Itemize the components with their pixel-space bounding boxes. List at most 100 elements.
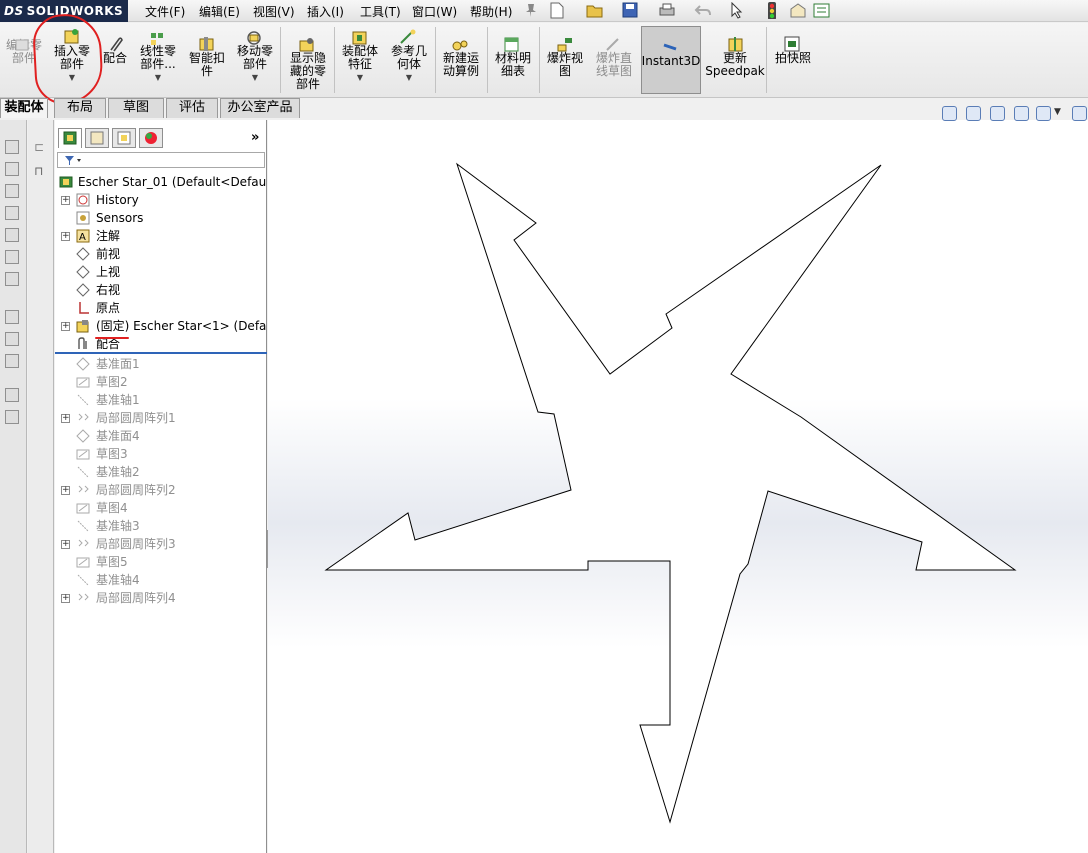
tree-item[interactable]: 配合 [55, 335, 267, 353]
display-style-icon[interactable] [1072, 106, 1087, 121]
copy-icon[interactable] [5, 410, 19, 424]
tree-item[interactable]: 草图4 [55, 499, 267, 517]
panel-expand-arrow[interactable]: » [251, 130, 259, 145]
reference-geometry-button[interactable]: 参考几 何体 ▼ [386, 45, 432, 83]
undo-icon[interactable] [694, 2, 712, 19]
section-view-icon[interactable] [1014, 106, 1029, 121]
expand-plus-icon[interactable]: + [61, 196, 70, 205]
menu-edit[interactable]: 编辑(E) [199, 3, 240, 20]
bill-of-materials-button[interactable]: 材料明 细表 [490, 52, 536, 78]
assembly-features-button[interactable]: 装配体 特征 ▼ [338, 45, 382, 83]
mate-button[interactable]: 配合 [99, 52, 131, 65]
smart-fasteners-button[interactable]: 智能扣 件 [184, 52, 230, 78]
menu-help[interactable]: 帮助(H) [470, 3, 512, 20]
menu-tools[interactable]: 工具(T) [360, 3, 401, 20]
cube-icon[interactable] [5, 272, 19, 286]
expand-plus-icon[interactable]: + [61, 414, 70, 423]
tree-item[interactable]: 基准轴3 [55, 517, 267, 535]
copy-icon[interactable] [5, 388, 19, 402]
rollback-bar[interactable] [55, 352, 267, 354]
tree-item[interactable]: 基准面1 [55, 355, 267, 373]
escher-star-model[interactable] [268, 120, 1088, 853]
tree-item[interactable]: Sensors [55, 209, 267, 227]
tree-filter-input[interactable] [57, 152, 265, 168]
tree-item[interactable]: + 局部圆周阵列1 [55, 409, 267, 427]
tree-item[interactable]: 上视 [55, 263, 267, 281]
zoom-to-area-icon[interactable] [966, 106, 981, 121]
sketch-tool-icon[interactable] [5, 354, 19, 368]
exploded-view-button[interactable]: 爆炸视 图 [542, 52, 588, 78]
graphics-area[interactable] [268, 120, 1088, 853]
options-icon[interactable] [813, 2, 831, 19]
move-component-button[interactable]: 移动零 部件 ▼ [233, 45, 277, 83]
view-orientation-dropdown-icon[interactable]: ▼ [1054, 107, 1061, 117]
update-speedpak-button[interactable]: 更新 Speedpak [705, 52, 765, 78]
sketch-step-icon[interactable]: ⊏ [34, 140, 48, 154]
explode-line-sketch-button[interactable]: 爆炸直 线草图 [590, 52, 638, 78]
menu-view[interactable]: 视图(V) [253, 3, 295, 20]
cube-icon[interactable] [5, 184, 19, 198]
previous-view-icon[interactable] [990, 106, 1005, 121]
open-folder-icon[interactable] [586, 2, 604, 19]
tree-item[interactable]: 草图3 [55, 445, 267, 463]
tab-office-products[interactable]: 办公室产品 [220, 98, 300, 118]
tree-item[interactable]: + 局部圆周阵列2 [55, 481, 267, 499]
sketch-step-icon[interactable]: ⊓ [34, 164, 48, 178]
zoom-to-fit-icon[interactable] [942, 106, 957, 121]
linear-component-pattern-button[interactable]: 线性零 部件... ▼ [135, 45, 181, 83]
expand-plus-icon[interactable]: + [61, 322, 70, 331]
tree-item[interactable]: + A 注解 [55, 227, 267, 245]
tree-item[interactable]: 基准轴4 [55, 571, 267, 589]
tree-item[interactable]: 基准面4 [55, 427, 267, 445]
select-arrow-icon[interactable] [730, 2, 744, 19]
tree-item[interactable]: 基准轴1 [55, 391, 267, 409]
configuration-manager-tab[interactable] [112, 128, 136, 148]
menu-file[interactable]: 文件(F) [145, 3, 185, 20]
snapshot-button[interactable]: 拍快照 [770, 52, 816, 65]
tab-evaluate[interactable]: 评估 [166, 98, 218, 118]
tree-item[interactable]: 原点 [55, 299, 267, 317]
file-properties-icon[interactable] [789, 2, 807, 19]
menu-insert[interactable]: 插入(I) [307, 3, 344, 20]
tab-assembly[interactable]: 装配体 [0, 98, 48, 118]
filter-icon[interactable] [64, 155, 84, 167]
tree-item[interactable]: 草图2 [55, 373, 267, 391]
speedpak-icon [728, 37, 743, 52]
cube-icon[interactable] [5, 162, 19, 176]
tree-item[interactable]: 前视 [55, 245, 267, 263]
tree-item[interactable]: 基准轴2 [55, 463, 267, 481]
expand-plus-icon[interactable]: + [61, 486, 70, 495]
new-document-icon[interactable] [549, 2, 565, 19]
sketch-tool-icon[interactable] [5, 332, 19, 346]
pin-icon[interactable] [524, 2, 538, 19]
tree-item[interactable]: 右视 [55, 281, 267, 299]
tree-item[interactable]: + (固定) Escher Star<1> (Defau [55, 317, 267, 335]
save-icon[interactable] [622, 2, 638, 19]
explode-line-sketch-icon [606, 38, 619, 51]
tree-root-assembly[interactable]: Escher Star_01 (Default<Default [55, 173, 267, 191]
cube-icon[interactable] [5, 250, 19, 264]
menu-window[interactable]: 窗口(W) [412, 3, 457, 20]
expand-plus-icon[interactable]: + [61, 540, 70, 549]
tree-item[interactable]: + History [55, 191, 267, 209]
cube-icon[interactable] [5, 206, 19, 220]
property-manager-tab[interactable] [85, 128, 109, 148]
display-manager-tab[interactable] [139, 128, 163, 148]
new-motion-study-button[interactable]: 新建运 动算例 [438, 52, 484, 78]
print-icon[interactable] [658, 2, 676, 19]
tree-item[interactable]: 草图5 [55, 553, 267, 571]
cube-icon[interactable] [5, 140, 19, 154]
view-orientation-icon[interactable] [1036, 106, 1051, 121]
feature-tree-tab[interactable] [58, 128, 82, 148]
tab-layout[interactable]: 布局 [54, 98, 106, 118]
tree-item[interactable]: + 局部圆周阵列3 [55, 535, 267, 553]
show-hidden-components-button[interactable]: 显示隐 藏的零 部件 [285, 52, 331, 91]
expand-plus-icon[interactable]: + [61, 594, 70, 603]
cube-icon[interactable] [5, 228, 19, 242]
sketch-tool-icon[interactable] [5, 310, 19, 324]
tree-item[interactable]: + 局部圆周阵列4 [55, 589, 267, 607]
instant3d-button[interactable]: Instant3D [641, 55, 701, 68]
traffic-light-icon[interactable] [767, 2, 777, 19]
expand-plus-icon[interactable]: + [61, 232, 70, 241]
tab-sketch[interactable]: 草图 [108, 98, 164, 118]
